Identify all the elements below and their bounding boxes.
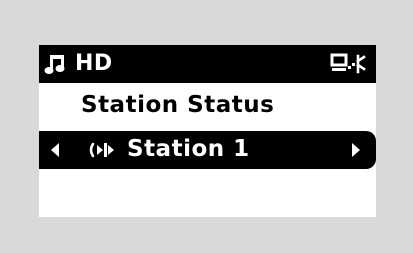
device-display: HD Station Status Station 1 (39, 45, 376, 217)
right-arrow-icon[interactable] (351, 142, 361, 158)
music-note-icon (44, 53, 68, 75)
status-bar: HD (39, 45, 376, 83)
antenna-signal-icon (330, 53, 366, 75)
station-status-title-row: Station Status (39, 87, 376, 125)
screen-title: Station Status (81, 92, 275, 118)
mode-label: HD (75, 51, 113, 76)
selected-station-row[interactable]: Station 1 (39, 131, 376, 169)
left-arrow-icon[interactable] (50, 142, 60, 158)
station-audio-icon (88, 141, 120, 159)
station-name: Station 1 (127, 136, 250, 162)
